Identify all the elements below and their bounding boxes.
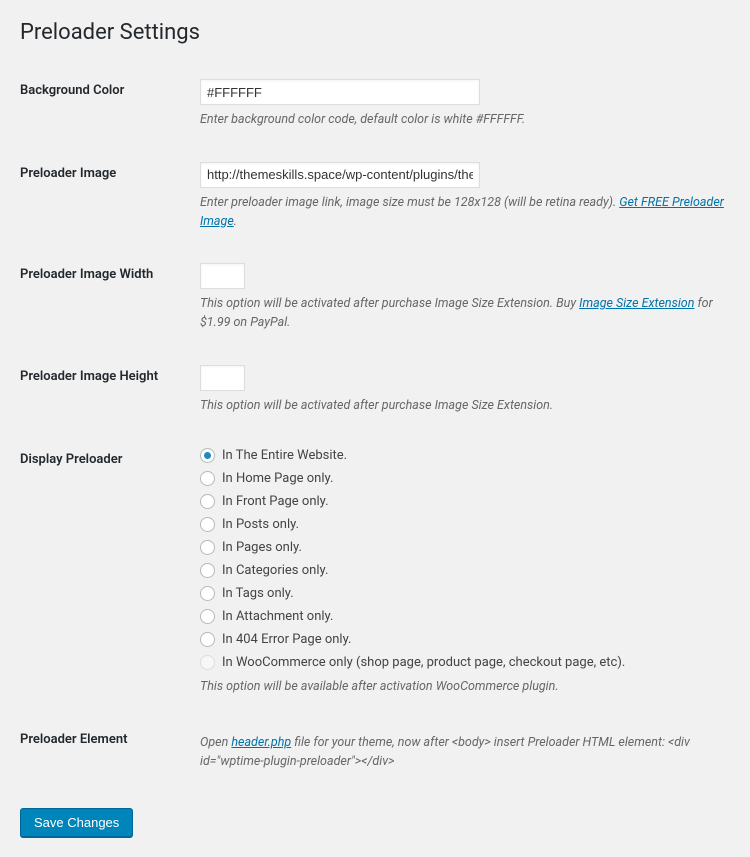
preloader-image-height-label: Preloader Image Height [20,351,200,434]
display-preloader-option-attachment[interactable]: In Attachment only. [200,609,730,624]
display-preloader-option-tags[interactable]: In Tags only. [200,586,730,601]
display-preloader-woocommerce-note: This option will be available after acti… [200,678,730,697]
preloader-image-width-desc-pre: This option will be activated after purc… [200,296,579,311]
display-preloader-option-woocommerce: In WooCommerce only (shop page, product … [200,655,730,670]
preloader-element-desc-pre: Open [200,735,231,750]
display-preloader-radio-attachment[interactable] [200,609,215,624]
preloader-image-desc-pre: Enter preloader image link, image size m… [200,195,619,210]
preloader-image-input[interactable] [200,162,480,188]
image-size-extension-link[interactable]: Image Size Extension [579,296,694,311]
display-preloader-label-pages: In Pages only. [222,540,302,555]
preloader-image-desc-post: . [234,214,237,229]
display-preloader-radio-error404[interactable] [200,632,215,647]
preloader-image-width-label: Preloader Image Width [20,249,200,351]
display-preloader-option-entire[interactable]: In The Entire Website. [200,448,730,463]
display-preloader-label: Display Preloader [20,434,200,715]
display-preloader-label-attachment: In Attachment only. [222,609,333,624]
display-preloader-label-posts: In Posts only. [222,517,299,532]
background-color-description: Enter background color code, default col… [200,111,730,130]
display-preloader-radio-tags[interactable] [200,586,215,601]
display-preloader-radio-woocommerce [200,655,215,670]
display-preloader-label-front: In Front Page only. [222,494,329,509]
display-preloader-option-pages[interactable]: In Pages only. [200,540,730,555]
display-preloader-radio-posts[interactable] [200,517,215,532]
preloader-image-label: Preloader Image [20,148,200,250]
display-preloader-label-tags: In Tags only. [222,586,294,601]
submit-row: Save Changes [20,808,730,837]
preloader-image-width-input[interactable] [200,263,245,289]
preloader-image-height-input[interactable] [200,365,245,391]
preloader-image-height-description: This option will be activated after purc… [200,397,730,416]
preloader-element-description: Open header.php file for your theme, now… [200,734,730,772]
background-color-label: Background Color [20,65,200,148]
display-preloader-radio-front[interactable] [200,494,215,509]
display-preloader-label-categories: In Categories only. [222,563,328,578]
display-preloader-radio-categories[interactable] [200,563,215,578]
background-color-input[interactable] [200,79,480,105]
display-preloader-radio-entire[interactable] [200,448,215,463]
page-title: Preloader Settings [20,20,730,45]
display-preloader-fieldset: In The Entire Website. In Home Page only… [200,448,730,697]
display-preloader-label-entire: In The Entire Website. [222,448,347,463]
display-preloader-option-categories[interactable]: In Categories only. [200,563,730,578]
header-php-link[interactable]: header.php [231,735,291,750]
display-preloader-option-front[interactable]: In Front Page only. [200,494,730,509]
settings-table: Background Color Enter background color … [20,65,730,790]
display-preloader-option-posts[interactable]: In Posts only. [200,517,730,532]
display-preloader-option-home[interactable]: In Home Page only. [200,471,730,486]
display-preloader-label-error404: In 404 Error Page only. [222,632,351,647]
preloader-element-label: Preloader Element [20,714,200,790]
preloader-image-width-description: This option will be activated after purc… [200,295,730,333]
display-preloader-label-woocommerce: In WooCommerce only (shop page, product … [222,655,625,670]
display-preloader-option-error404[interactable]: In 404 Error Page only. [200,632,730,647]
preloader-image-description: Enter preloader image link, image size m… [200,194,730,232]
display-preloader-label-home: In Home Page only. [222,471,333,486]
display-preloader-radio-pages[interactable] [200,540,215,555]
display-preloader-radio-home[interactable] [200,471,215,486]
save-changes-button[interactable]: Save Changes [20,808,133,837]
